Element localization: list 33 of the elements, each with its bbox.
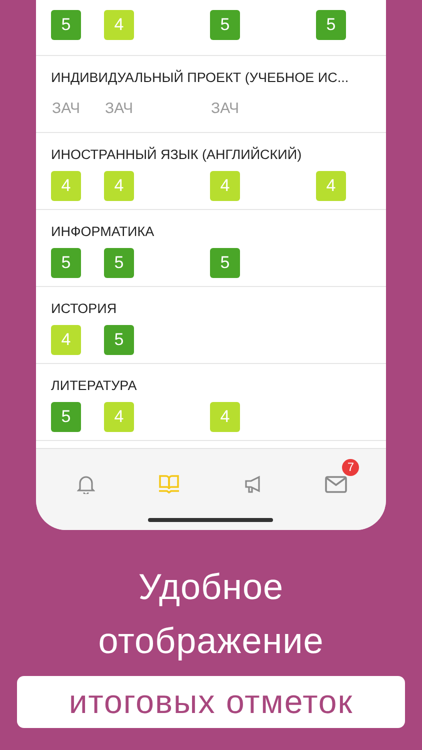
grade-badge: 5	[51, 248, 81, 278]
megaphone-icon	[242, 474, 263, 494]
grade-badge: 4	[104, 402, 134, 432]
grade-badge: 4	[104, 171, 134, 201]
grade-badge: 5	[104, 325, 134, 355]
bell-icon	[76, 474, 95, 494]
grade-badge: 5	[104, 248, 134, 278]
grade-badge: 4	[104, 10, 134, 40]
highlight-label: итоговых отметок	[17, 676, 405, 728]
tab-button[interactable]: 7	[313, 459, 360, 499]
grade-badge: 5	[51, 402, 81, 432]
open-book-icon	[158, 474, 180, 494]
headline: Удобное	[138, 565, 284, 609]
grade-badge: 5	[210, 10, 240, 40]
grade-badge: 4	[210, 402, 240, 432]
grade-badge: 4	[51, 325, 81, 355]
grade-text: ЗАЧ	[211, 98, 239, 119]
grade-badge: 4	[210, 171, 240, 201]
headline: отображение	[98, 619, 324, 663]
grade-badge: 4	[316, 171, 346, 201]
grade-badge: 4	[51, 171, 81, 201]
subject-title: ИНФОРМАТИКА	[51, 223, 154, 241]
unread-badge: 7	[342, 459, 360, 476]
envelope-icon	[325, 476, 348, 492]
grade-text: ЗАЧ	[105, 98, 133, 119]
subject-title: ИСТОРИЯ	[51, 300, 117, 318]
subject-title: ИНОСТРАННЫЙ ЯЗЫК (АНГЛИЙСКИЙ)	[51, 146, 302, 164]
grade-badge: 5	[210, 248, 240, 278]
subject-title: ИНДИВИДУАЛЬНЫЙ ПРОЕКТ (УЧЕБНОЕ ИС...	[51, 69, 349, 87]
subject-title: ЛИТЕРАТУРА	[51, 377, 137, 395]
grade-text: ЗАЧ	[52, 98, 80, 119]
grade-badge: 5	[51, 10, 81, 40]
grade-badge: 5	[316, 10, 346, 40]
